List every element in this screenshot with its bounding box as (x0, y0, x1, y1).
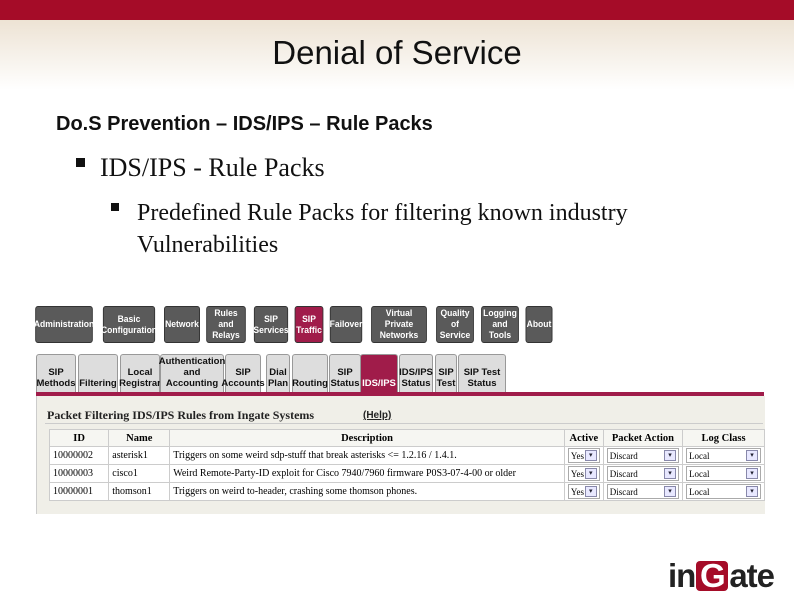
cell-name: thomson1 (108, 482, 171, 501)
ingate-admin-screenshot: Administration Basic Configuration Network… (32, 304, 765, 514)
packet-action-cell: Discard ▾ (602, 482, 684, 501)
cell-name: cisco1 (108, 464, 171, 483)
bullet-square-icon (76, 158, 85, 167)
chevron-down-icon[interactable]: ▾ (746, 486, 758, 497)
packet-action-cell: Discard ▾ (602, 446, 684, 465)
panel-title: Packet Filtering IDS/IPS Rules from Inga… (47, 408, 315, 422)
rules-panel: Packet Filtering IDS/IPS Rules from Inga… (36, 396, 765, 514)
tab-ids-ips-status[interactable]: IDS/IPS Status (399, 354, 433, 392)
active-cell: Yes ▾ (563, 446, 604, 465)
nav-button-quality-of-service[interactable]: Quality of Service (436, 306, 474, 343)
active-select[interactable]: Yes ▾ (567, 448, 600, 463)
nav-button-sip-services[interactable]: SIP Services (253, 306, 289, 343)
cell-id: 10000001 (48, 482, 110, 501)
tab-routing[interactable]: Routing (292, 354, 328, 392)
chevron-down-icon[interactable]: ▾ (664, 450, 677, 461)
chevron-down-icon[interactable]: ▾ (584, 450, 597, 461)
column-header-id: ID (48, 429, 110, 447)
log-class-select[interactable]: Local ▾ (686, 448, 761, 463)
chevron-down-icon[interactable]: ▾ (746, 450, 758, 461)
cell-id: 10000003 (48, 464, 110, 483)
log-class-select[interactable]: Local ▾ (686, 484, 761, 499)
divider (45, 423, 763, 424)
tab-local-registrar[interactable]: Local Registrar (119, 354, 161, 392)
logo-text-right: ate (729, 557, 775, 594)
active-value: Yes (570, 486, 584, 497)
cell-description: Triggers on weird to-header, crashing so… (169, 482, 565, 501)
cell-description: Triggers on some weird sdp-stuff that br… (169, 446, 565, 465)
help-link[interactable]: (Help) (363, 410, 391, 421)
active-select[interactable]: Yes ▾ (567, 484, 600, 499)
logo-g-box: G (696, 559, 729, 592)
cell-description: Weird Remote-Party-ID exploit for Cisco … (169, 464, 565, 483)
slide-subtitle: Do.S Prevention – IDS/IPS – Rule Packs (56, 113, 433, 135)
packet-action-value: Discard (609, 486, 638, 497)
active-cell: Yes ▾ (563, 464, 604, 483)
active-value: Yes (570, 450, 584, 461)
tab-sip-test[interactable]: SIP Test (435, 354, 457, 392)
cell-name: asterisk1 (108, 446, 171, 465)
column-header-log-class: Log Class (682, 429, 765, 447)
nav-button-network[interactable]: Network (164, 306, 200, 343)
nav-button-administration[interactable]: Administration (34, 306, 94, 343)
bullet-level1: IDS/IPS - Rule Packs (100, 153, 325, 182)
column-header-packet-action: Packet Action (602, 429, 684, 447)
table-row: 10000003 cisco1 Weird Remote-Party-ID expl… (48, 464, 765, 483)
packet-action-select[interactable]: Discard ▾ (606, 466, 680, 481)
tab-sip-status[interactable]: SIP Status (329, 354, 361, 392)
log-class-select[interactable]: Local ▾ (686, 466, 761, 481)
packet-action-value: Discard (609, 468, 638, 479)
nav-button-about[interactable]: About (525, 306, 553, 343)
active-value: Yes (570, 468, 584, 479)
chevron-down-icon[interactable]: ▾ (664, 486, 677, 497)
packet-action-select[interactable]: Discard ▾ (606, 484, 680, 499)
nav-button-sip-traffic[interactable]: SIP Traffic (294, 306, 324, 343)
rules-table: ID Name Description Active Packet Action… (48, 429, 765, 501)
chevron-down-icon[interactable]: ▾ (746, 468, 758, 479)
cell-id: 10000002 (48, 446, 110, 465)
log-class-value: Local (689, 486, 710, 497)
bullet-square-icon (111, 203, 119, 211)
nav-button-basic-configuration[interactable]: Basic Configuration (101, 306, 157, 343)
column-header-active: Active (563, 429, 604, 447)
log-class-cell: Local ▾ (682, 446, 765, 465)
packet-action-select[interactable]: Discard ▾ (606, 448, 680, 463)
nav-button-logging-and-tools[interactable]: Logging and Tools (481, 306, 519, 343)
tab-sip-methods[interactable]: SIP Methods (36, 354, 76, 392)
table-row: 10000001 thomson1 Triggers on weird to-hea… (48, 482, 765, 501)
packet-action-cell: Discard ▾ (602, 464, 684, 483)
column-header-name: Name (108, 429, 171, 447)
chevron-down-icon[interactable]: ▾ (584, 486, 597, 497)
tab-sip-accounts[interactable]: SIP Accounts (221, 354, 265, 392)
tab-dial-plan[interactable]: Dial Plan (266, 354, 290, 392)
nav-button-virtual-private-networks[interactable]: Virtual Private Networks (371, 306, 427, 343)
active-cell: Yes ▾ (563, 482, 604, 501)
tab-sip-test-status[interactable]: SIP Test Status (458, 354, 506, 392)
tab-authentication-and-accounting[interactable]: Authentication and Accounting (159, 354, 225, 392)
packet-action-value: Discard (609, 450, 638, 461)
nav-button-rules-and-relays[interactable]: Rules and Relays (206, 306, 246, 343)
logo-text-left: in (668, 557, 696, 594)
chevron-down-icon[interactable]: ▾ (664, 468, 677, 479)
chevron-down-icon[interactable]: ▾ (584, 468, 597, 479)
column-header-description: Description (169, 429, 565, 447)
log-class-value: Local (689, 450, 710, 461)
log-class-value: Local (689, 468, 710, 479)
table-row: 10000002 asterisk1 Triggers on some weird … (48, 446, 765, 465)
bullet-level2: Predefined Rule Packs for filtering know… (137, 200, 628, 258)
tab-ids-ips[interactable]: IDS/IPS (360, 354, 398, 392)
log-class-cell: Local ▾ (682, 482, 765, 501)
tab-filtering[interactable]: Filtering (78, 354, 118, 392)
active-select[interactable]: Yes ▾ (567, 466, 600, 481)
log-class-cell: Local ▾ (682, 464, 765, 483)
slide-title: Denial of Service (272, 34, 522, 71)
nav-button-failover[interactable]: Failover (330, 306, 362, 343)
ingate-logo: in G ate (668, 557, 775, 595)
table-header-row: ID Name Description Active Packet Action… (48, 429, 765, 447)
top-brand-bar (0, 0, 794, 20)
